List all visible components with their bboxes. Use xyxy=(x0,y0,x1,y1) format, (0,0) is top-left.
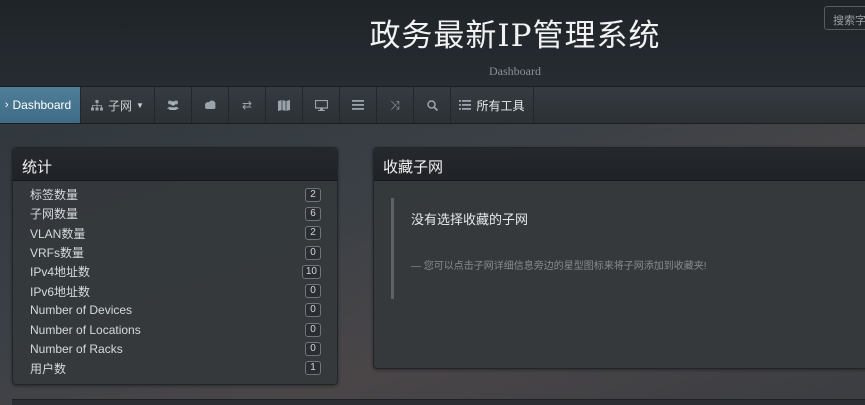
stat-count-badge: 0 xyxy=(305,245,321,260)
statistics-title: 统计 xyxy=(13,148,337,181)
users-icon xyxy=(167,100,179,110)
stat-label: IPv6地址数 xyxy=(30,284,91,299)
stat-count-badge: 0 xyxy=(305,322,321,337)
nav-all-tools[interactable]: 所有工具 xyxy=(451,87,534,123)
favourite-subnets-panel: 收藏子网 没有选择收藏的子网 — 您可以点击子网详细信息旁边的星型图标来将子网添… xyxy=(373,147,865,369)
footer-divider xyxy=(12,399,865,405)
stat-label: Number of Devices xyxy=(30,303,133,318)
stat-count-badge: 0 xyxy=(305,342,321,357)
stat-label: 标签数量 xyxy=(30,188,79,203)
stat-count-badge: 2 xyxy=(305,187,321,202)
page-subtitle: Dashboard xyxy=(489,64,541,78)
caret-down-icon: ▼ xyxy=(136,100,144,110)
sitemap-icon xyxy=(91,99,104,110)
nav-transfer[interactable]: ⇄ xyxy=(229,87,266,123)
stat-count-badge: 0 xyxy=(305,284,321,299)
stat-count-badge: 0 xyxy=(305,303,321,318)
stat-label: 子网数量 xyxy=(30,207,79,222)
stat-count-badge: 6 xyxy=(305,206,321,221)
empty-favourites-title: 没有选择收藏的子网 xyxy=(411,212,529,227)
nav-all-tools-label: 所有工具 xyxy=(476,98,525,113)
stat-count-badge: 10 xyxy=(301,264,321,279)
list-icon xyxy=(459,100,472,110)
nav-users[interactable] xyxy=(155,87,192,123)
list-icon xyxy=(352,100,364,110)
stat-label: Number of Racks xyxy=(30,342,123,357)
header: 政务最新IP管理系统 Dashboard 搜索字 xyxy=(0,0,865,86)
list-item: 用户数 1 xyxy=(13,359,337,378)
stat-label: VRFs数量 xyxy=(30,246,85,261)
nav-search[interactable] xyxy=(414,87,451,123)
nav-cloud[interactable] xyxy=(192,87,229,123)
list-item: IPv6地址数 0 xyxy=(13,281,337,300)
cloud-icon xyxy=(205,100,216,109)
stat-count-badge: 2 xyxy=(305,226,321,241)
search-icon xyxy=(426,99,438,111)
app-title: 政务最新IP管理系统 xyxy=(369,18,661,54)
stat-label: IPv4地址数 xyxy=(30,265,91,280)
stat-label: Number of Locations xyxy=(30,322,141,337)
stat-label: VLAN数量 xyxy=(30,226,86,241)
nav-dashboard[interactable]: › Dashboard xyxy=(0,87,81,123)
statistics-list: 标签数量 2 子网数量 6 VLAN数量 2 VRFs数量 0 IPv4地址数 … xyxy=(13,181,337,378)
statistics-panel: 统计 标签数量 2 子网数量 6 VLAN数量 2 VRFs数量 0 IPv4地… xyxy=(12,147,338,385)
nav-map[interactable] xyxy=(266,87,303,123)
list-item: 子网数量 6 xyxy=(13,204,337,223)
nav-subnets-dropdown[interactable]: 子网 ▼ xyxy=(81,87,155,123)
stat-count-badge: 1 xyxy=(305,361,321,376)
list-item: IPv4地址数 10 xyxy=(13,262,337,281)
nav-subnets-label: 子网 xyxy=(108,98,133,113)
nav-devices[interactable] xyxy=(303,87,340,123)
exchange-icon: ⇄ xyxy=(241,98,253,112)
favourite-subnets-title: 收藏子网 xyxy=(374,148,865,181)
list-item: 标签数量 2 xyxy=(13,185,337,204)
search-input[interactable]: 搜索字 xyxy=(824,6,865,30)
nav-dashboard-label: Dashboard xyxy=(12,98,72,112)
list-item: Number of Locations 0 xyxy=(13,320,337,339)
list-item: Number of Devices 0 xyxy=(13,301,337,320)
shuffle-icon: ⤨ xyxy=(390,97,400,112)
chevron-right-icon: › xyxy=(4,99,9,111)
list-item: VLAN数量 2 xyxy=(13,224,337,243)
nav-random[interactable]: ⤨ xyxy=(377,87,414,123)
list-item: VRFs数量 0 xyxy=(13,243,337,262)
main-navbar: › Dashboard 子网 ▼ ⇄ ⤨ 所有工具 xyxy=(0,86,865,124)
desktop-icon xyxy=(314,99,328,111)
list-item: Number of Racks 0 xyxy=(13,339,337,358)
empty-favourites-hint: — 您可以点击子网详细信息旁边的星型图标来将子网添加到收藏夹! xyxy=(411,261,707,272)
map-icon xyxy=(278,99,290,111)
stat-label: 用户数 xyxy=(30,361,67,376)
empty-favourites-callout: 没有选择收藏的子网 — 您可以点击子网详细信息旁边的星型图标来将子网添加到收藏夹… xyxy=(391,198,851,299)
nav-list[interactable] xyxy=(340,87,377,123)
